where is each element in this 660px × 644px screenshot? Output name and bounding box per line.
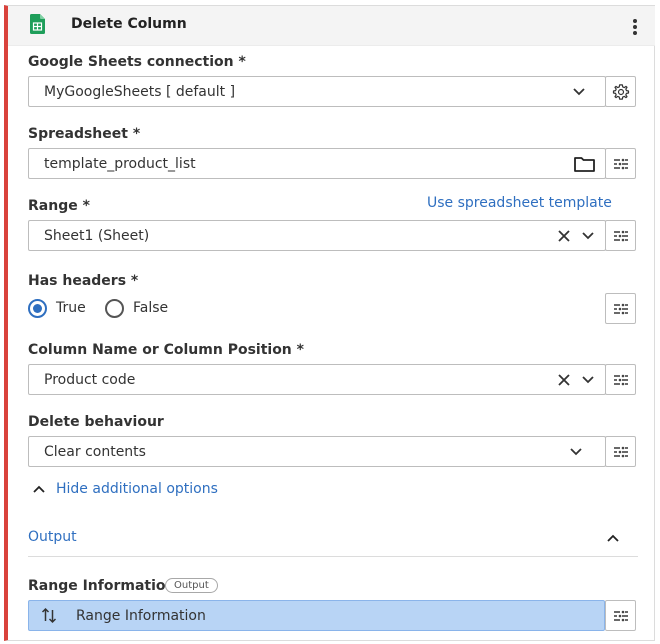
- has-headers-true-radio[interactable]: [28, 299, 47, 318]
- column-select[interactable]: Product code: [28, 364, 606, 395]
- output-divider: [28, 556, 638, 557]
- mapping-icon: [613, 446, 628, 457]
- column-value: Product code: [44, 372, 136, 388]
- spreadsheet-value: template_product_list: [44, 156, 196, 172]
- delete-column-panel: Delete Column Google Sheets connection *…: [4, 5, 655, 641]
- column-label: Column Name or Column Position *: [28, 342, 304, 358]
- output-section-title[interactable]: Output: [28, 529, 77, 545]
- hide-additional-options-label: Hide additional options: [56, 481, 218, 497]
- has-headers-true-label[interactable]: True: [56, 300, 86, 316]
- range-information-mapping-button[interactable]: [605, 600, 636, 631]
- gear-icon: [612, 83, 629, 100]
- range-label: Range *: [28, 198, 90, 214]
- mapping-icon: [613, 374, 628, 385]
- range-select[interactable]: Sheet1 (Sheet): [28, 220, 606, 251]
- delete-behaviour-value: Clear contents: [44, 444, 146, 460]
- has-headers-label: Has headers *: [28, 273, 139, 289]
- chevron-down-icon[interactable]: [581, 374, 595, 386]
- mapping-icon: [613, 158, 628, 169]
- google-sheets-icon: [30, 14, 45, 34]
- spreadsheet-input[interactable]: template_product_list: [28, 148, 606, 179]
- panel-header: Delete Column: [8, 6, 655, 46]
- range-information-output-field[interactable]: Range Information: [28, 600, 605, 631]
- panel-title: Delete Column: [71, 16, 187, 32]
- chevron-down-icon[interactable]: [572, 86, 586, 98]
- folder-icon[interactable]: [574, 156, 595, 172]
- output-badge: Output: [165, 578, 218, 593]
- has-headers-false-label[interactable]: False: [133, 300, 168, 316]
- clear-icon[interactable]: [557, 373, 571, 387]
- spreadsheet-mapping-button[interactable]: [605, 148, 636, 179]
- mapping-icon: [613, 230, 628, 241]
- connection-settings-button[interactable]: [605, 76, 636, 107]
- has-headers-mapping-button[interactable]: [605, 293, 636, 324]
- chevron-up-icon: [33, 485, 45, 493]
- mapping-icon: [613, 303, 628, 314]
- connection-label: Google Sheets connection *: [28, 54, 246, 70]
- kebab-menu-icon[interactable]: [628, 17, 642, 37]
- use-spreadsheet-template-link[interactable]: Use spreadsheet template: [427, 195, 612, 211]
- spreadsheet-label: Spreadsheet *: [28, 126, 141, 142]
- delete-behaviour-select[interactable]: Clear contents: [28, 436, 606, 467]
- chevron-up-icon[interactable]: [606, 533, 620, 543]
- delete-behaviour-label: Delete behaviour: [28, 414, 164, 430]
- connection-select[interactable]: MyGoogleSheets [ default ]: [28, 76, 606, 107]
- connection-value: MyGoogleSheets [ default ]: [44, 84, 236, 100]
- has-headers-false-radio[interactable]: [105, 299, 124, 318]
- hide-additional-options-toggle[interactable]: Hide additional options: [32, 480, 232, 500]
- clear-icon[interactable]: [557, 229, 571, 243]
- column-mapping-button[interactable]: [605, 364, 636, 395]
- chevron-down-icon[interactable]: [569, 446, 583, 458]
- range-value: Sheet1 (Sheet): [44, 228, 150, 244]
- delete-behaviour-mapping-button[interactable]: [605, 436, 636, 467]
- sort-arrows-icon: [41, 607, 57, 624]
- range-information-label: Range Information: [28, 578, 176, 594]
- range-mapping-button[interactable]: [605, 220, 636, 251]
- mapping-icon: [613, 610, 628, 621]
- chevron-down-icon[interactable]: [581, 230, 595, 242]
- range-information-value: Range Information: [76, 608, 206, 624]
